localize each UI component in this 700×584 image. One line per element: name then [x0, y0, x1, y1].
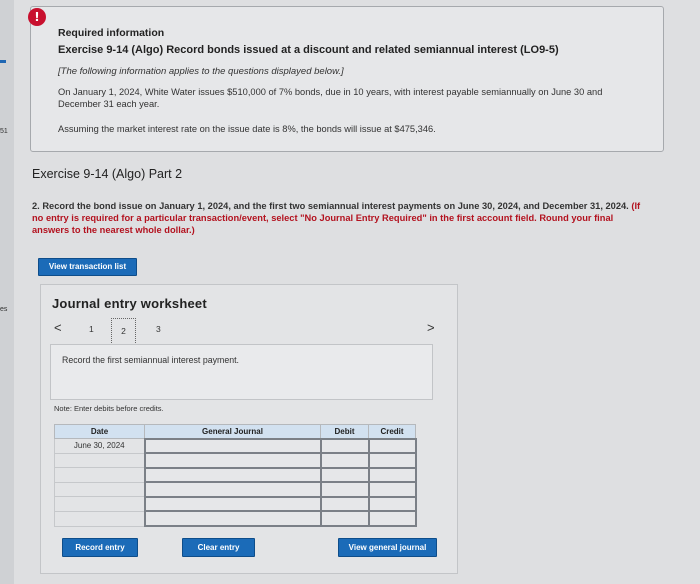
date-cell	[54, 467, 145, 483]
credit-field[interactable]	[367, 510, 417, 527]
page-3-link[interactable]: 3	[156, 324, 161, 334]
column-header-debit: Debit	[320, 424, 369, 439]
date-cell	[54, 510, 145, 527]
account-field[interactable]	[143, 481, 322, 498]
debit-field[interactable]	[319, 452, 370, 469]
column-header-general-journal: General Journal	[144, 424, 321, 439]
left-edge-number: es	[0, 306, 8, 313]
table-row	[54, 510, 417, 527]
left-edge-marker	[0, 60, 6, 63]
view-general-journal-button[interactable]: View general journal	[338, 538, 437, 557]
market-rate-text: Assuming the market interest rate on the…	[58, 124, 436, 134]
next-page-arrow[interactable]: >	[427, 320, 435, 335]
task-description: Record the first semiannual interest pay…	[62, 355, 239, 365]
left-edge-strip	[0, 0, 14, 584]
debit-field[interactable]	[319, 466, 370, 484]
date-cell	[54, 496, 145, 512]
account-field[interactable]	[143, 452, 322, 469]
table-row: June 30, 2024	[54, 437, 417, 455]
journal-entry-table: Date General Journal Debit Credit June 3…	[54, 424, 417, 527]
table-row	[54, 452, 417, 469]
account-field[interactable]	[143, 466, 322, 484]
instructions: 2. Record the bond issue on January 1, 2…	[32, 200, 642, 236]
clear-entry-button[interactable]: Clear entry	[182, 538, 255, 557]
debit-field[interactable]	[319, 495, 370, 513]
view-transaction-list-button[interactable]: View transaction list	[38, 258, 137, 276]
part-title: Exercise 9-14 (Algo) Part 2	[32, 167, 183, 181]
credit-field[interactable]	[367, 481, 417, 498]
column-header-date: Date	[54, 424, 145, 439]
left-edge-number: 51	[0, 128, 8, 135]
table-row	[54, 466, 417, 484]
debit-field[interactable]	[319, 437, 370, 455]
credit-field[interactable]	[367, 495, 417, 513]
date-cell	[54, 481, 145, 498]
exercise-title: Exercise 9-14 (Algo) Record bonds issued…	[58, 44, 559, 56]
instructions-lead: 2. Record the bond issue on January 1, 2…	[32, 201, 629, 211]
table-row	[54, 495, 417, 513]
required-information-heading: Required information	[58, 27, 165, 39]
table-row	[54, 481, 417, 498]
page-2-current[interactable]: 2	[111, 318, 136, 345]
worksheet-title: Journal entry worksheet	[52, 296, 207, 311]
record-entry-button[interactable]: Record entry	[62, 538, 138, 557]
task-description-box	[50, 344, 433, 400]
credit-field[interactable]	[367, 466, 417, 484]
debit-field[interactable]	[319, 481, 370, 498]
debits-note: Note: Enter debits before credits.	[54, 404, 164, 413]
credit-field[interactable]	[367, 437, 417, 455]
page-1-link[interactable]: 1	[89, 324, 94, 334]
scenario-text: On January 1, 2024, White Water issues $…	[58, 87, 603, 109]
credit-field[interactable]	[367, 452, 417, 469]
date-cell: June 30, 2024	[54, 438, 145, 454]
previous-page-arrow[interactable]: <	[54, 320, 62, 335]
account-field[interactable]	[143, 495, 322, 513]
column-header-credit: Credit	[368, 424, 416, 439]
debit-field[interactable]	[319, 510, 370, 527]
date-cell	[54, 452, 145, 469]
account-field[interactable]	[143, 437, 322, 455]
alert-icon: !	[28, 8, 46, 26]
applies-note: [The following information applies to th…	[58, 66, 344, 77]
account-field[interactable]	[143, 510, 322, 527]
